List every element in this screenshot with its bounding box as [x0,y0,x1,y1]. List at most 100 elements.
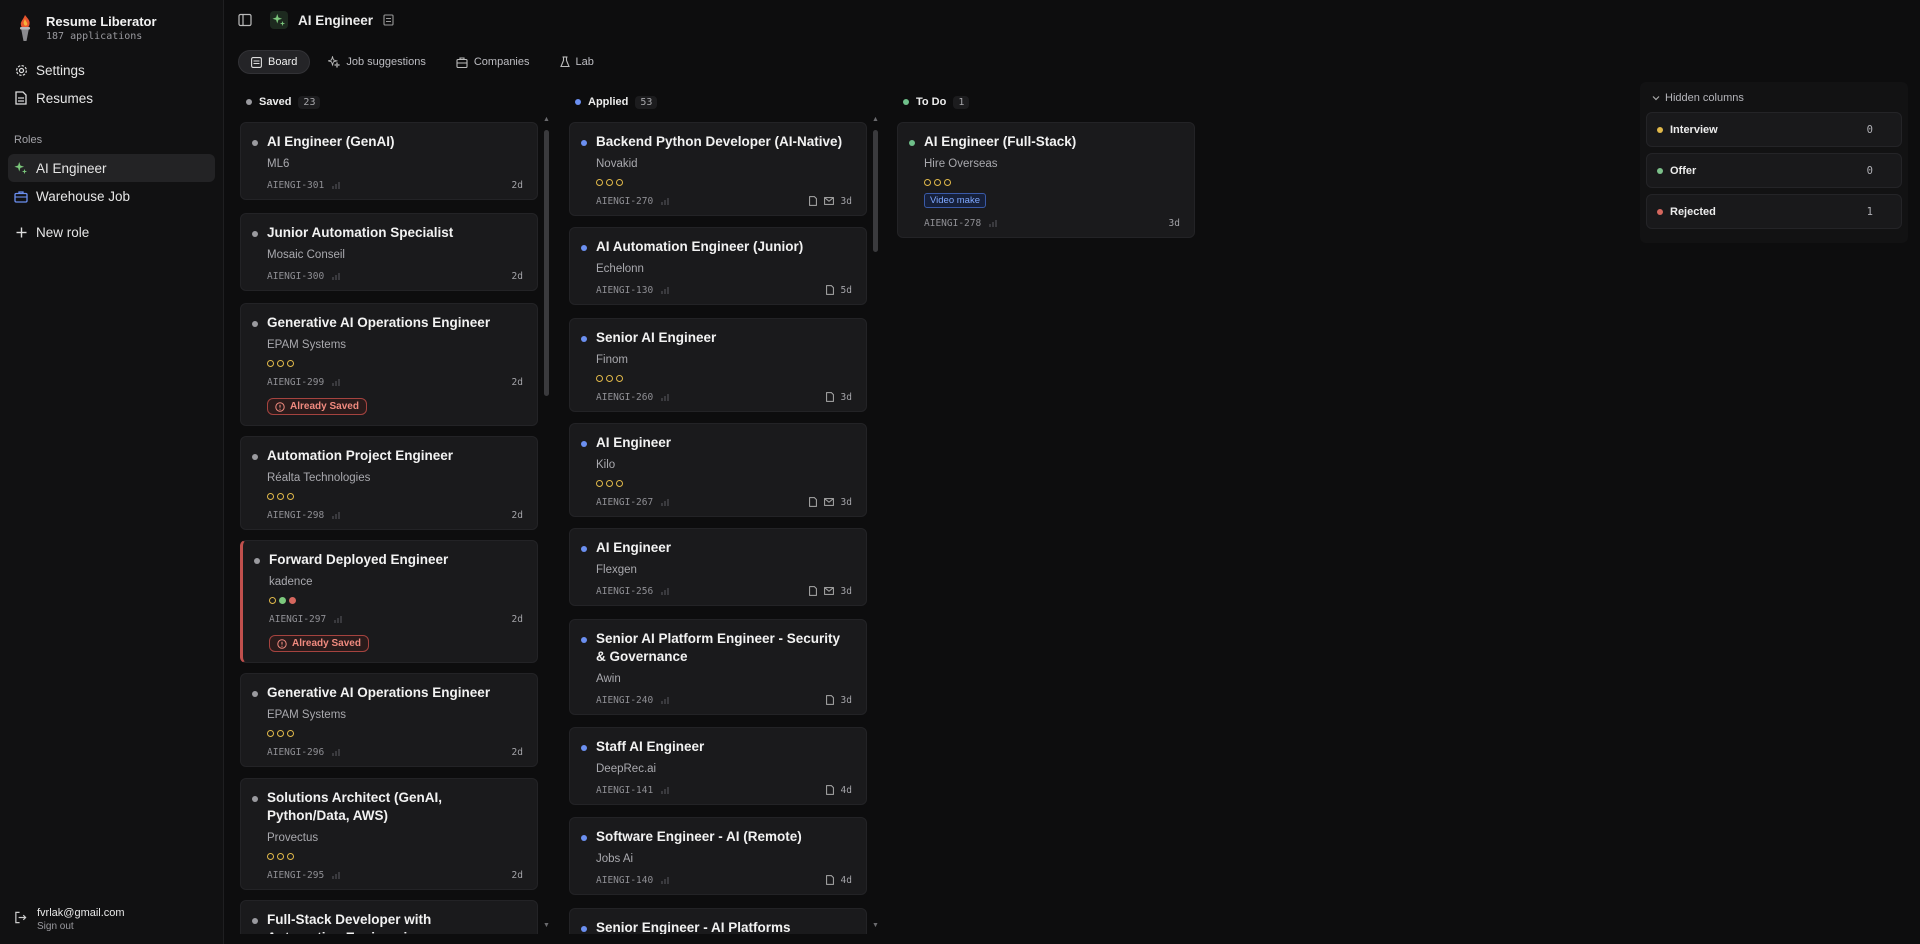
brand[interactable]: Resume Liberator 187 applications [8,10,215,56]
job-id: AIENGI-270 [596,195,654,207]
job-card[interactable]: Full-Stack Developer with Automation Eng… [240,900,538,934]
job-card[interactable]: Backend Python Developer (AI-Native) Nov… [569,122,867,216]
tab-lab[interactable]: Lab [548,50,606,74]
priority-bars-icon [661,286,670,294]
card-age: 3d [840,195,852,207]
sparkles-icon [328,56,341,68]
role-warehouse-job[interactable]: Warehouse Job [8,182,215,210]
resume-doc-icon [808,196,817,206]
scroll-up-icon[interactable]: ▲ [872,116,879,123]
job-card[interactable]: AI Engineer Flexgen AIENGI-256 3d [569,528,867,606]
job-card[interactable]: Junior Automation Specialist Mosaic Cons… [240,213,538,291]
tab-job-suggestions[interactable]: Job suggestions [316,50,438,74]
priority-bars-icon [332,272,341,280]
fit-rating [596,375,852,382]
job-card[interactable]: Senior Engineer - AI Platforms [569,908,867,934]
brand-text: Resume Liberator 187 applications [46,14,157,42]
job-title: Software Engineer - AI (Remote) [596,829,802,844]
job-card[interactable]: Senior AI Engineer Finom AIENGI-260 3d [569,318,867,412]
status-dot [581,546,587,552]
hidden-columns-toggle[interactable]: Hidden columns [1646,88,1902,112]
job-card[interactable]: Solutions Architect (GenAI, Python/Data,… [240,778,538,890]
column-cards[interactable]: Backend Python Developer (AI-Native) Nov… [569,122,869,934]
card-age: 3d [840,694,852,706]
hidden-columns-label: Hidden columns [1665,92,1744,104]
nav-settings[interactable]: Settings [8,56,215,84]
card-footer: AIENGI-270 3d [596,195,852,207]
role-ai-engineer[interactable]: AI Engineer [8,154,215,182]
scrollbar-thumb[interactable] [544,130,549,396]
priority-bars-icon [661,393,670,401]
job-card[interactable]: AI Automation Engineer (Junior) Echelonn… [569,227,867,305]
column-header: Saved 23 [240,92,540,112]
job-card[interactable]: Staff AI Engineer DeepRec.ai AIENGI-141 … [569,727,867,805]
toggle-sidebar-icon[interactable] [238,13,252,27]
job-tag[interactable]: Video make [924,193,986,208]
job-card[interactable]: Automation Project Engineer Réalta Techn… [240,436,538,530]
hidden-column-rejected[interactable]: Rejected 1 [1646,194,1902,229]
column-header: Applied 53 [569,92,869,112]
job-title: Staff AI Engineer [596,739,705,754]
job-card[interactable]: Generative AI Operations Engineer EPAM S… [240,673,538,767]
scroll-up-icon[interactable]: ▲ [543,116,550,123]
job-card[interactable]: AI Engineer (GenAI) ML6 AIENGI-301 2d [240,122,538,200]
scroll-down-icon[interactable]: ▼ [543,922,550,929]
hidden-column-label: Offer [1670,164,1697,177]
fit-rating [267,730,523,737]
job-id: AIENGI-295 [267,869,325,881]
company-name: DeepRec.ai [596,763,657,775]
column-cards[interactable]: AI Engineer (Full-Stack) Hire Overseas V… [897,122,1197,934]
fit-rating [269,597,523,604]
role-ai-engineer-label: AI Engineer [36,160,107,176]
nav-resumes-label: Resumes [36,90,94,106]
fit-rating [596,480,852,487]
job-card[interactable]: AI Engineer (Full-Stack) Hire Overseas V… [897,122,1195,238]
job-id: AIENGI-298 [267,509,325,521]
status-dot [581,245,587,251]
card-footer: AIENGI-260 3d [596,391,852,403]
priority-bars-icon [661,696,670,704]
company-name: EPAM Systems [267,339,347,351]
sign-out-link[interactable]: Sign out [37,921,125,932]
app-name: Resume Liberator [46,14,157,29]
job-card[interactable]: AI Engineer Kilo AIENGI-267 3d [569,423,867,517]
job-card[interactable]: Forward Deployed Engineer kadence AIENGI… [240,540,538,663]
priority-bars-icon [661,197,670,205]
card-age: 3d [840,391,852,403]
nav-resumes[interactable]: Resumes [8,84,215,112]
job-card[interactable]: Senior AI Platform Engineer - Security &… [569,619,867,715]
warning-label: Already Saved [292,638,361,649]
hidden-column-offer[interactable]: Offer 0 [1646,153,1902,188]
user-menu[interactable]: fvrlak@gmail.com Sign out [8,903,131,936]
column-title: To Do [916,96,947,108]
tab-job-suggestions-label: Job suggestions [346,56,426,68]
job-card[interactable]: Software Engineer - AI (Remote) Jobs Ai … [569,817,867,895]
hidden-column-interview[interactable]: Interview 0 [1646,112,1902,147]
status-dot [252,796,258,802]
priority-bars-icon [334,615,343,623]
column-cards[interactable]: AI Engineer (GenAI) ML6 AIENGI-301 2d Ju… [240,122,540,934]
company-name: Finom [596,354,628,366]
tab-companies[interactable]: Companies [444,50,542,74]
priority-bars-icon [332,378,341,386]
column-saved: Saved 23 AI Engineer (GenAI) ML6 AIENGI-… [240,92,550,934]
card-age: 3d [840,585,852,597]
torch-logo-icon [14,14,36,42]
job-title: Automation Project Engineer [267,448,454,463]
new-role-button[interactable]: New role [8,218,215,246]
saved-scrollbar[interactable]: ▲ ▼ [543,116,550,930]
job-id: AIENGI-130 [596,284,654,296]
job-id: AIENGI-278 [924,217,982,229]
hidden-column-label: Rejected [1670,205,1716,218]
applied-scrollbar[interactable]: ▲ ▼ [872,116,879,930]
card-age: 2d [511,613,523,625]
job-id: AIENGI-300 [267,270,325,282]
scroll-down-icon[interactable]: ▼ [872,922,879,929]
role-info-icon[interactable] [383,14,394,26]
card-age: 4d [840,784,852,796]
tab-board[interactable]: Board [238,50,311,74]
card-footer: AIENGI-300 2d [267,270,523,282]
scrollbar-thumb[interactable] [873,130,878,252]
resume-doc-icon [825,695,834,705]
job-card[interactable]: Generative AI Operations Engineer EPAM S… [240,303,538,426]
